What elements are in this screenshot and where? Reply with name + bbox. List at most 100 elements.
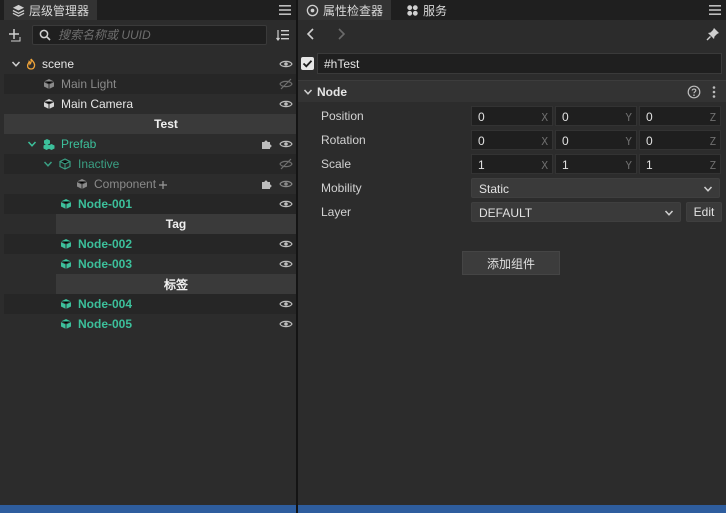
sort-list-icon[interactable]: [276, 28, 290, 42]
eye-icon[interactable]: [279, 138, 293, 150]
node-component-header[interactable]: Node: [298, 80, 726, 102]
tree-row-component[interactable]: Component: [4, 174, 296, 194]
eye-icon[interactable]: [279, 258, 293, 270]
chevron-down-icon[interactable]: [27, 139, 37, 149]
tab-hierarchy[interactable]: 层级管理器: [4, 0, 98, 20]
tree-label: Main Light: [61, 77, 117, 91]
chevron-down-icon[interactable]: [43, 159, 53, 169]
check-icon: [302, 60, 313, 68]
select-value: Static: [479, 182, 510, 196]
rotation-z-field[interactable]: 0Z: [639, 130, 721, 150]
tree-label: Node-005: [78, 317, 133, 331]
eye-hidden-icon[interactable]: [279, 78, 293, 90]
prop-mobility: Mobility Static: [298, 177, 726, 199]
status-bar-divider: [296, 505, 298, 513]
back-arrow-icon[interactable]: [304, 27, 318, 41]
node-cube-icon: [43, 79, 55, 89]
field-value: 0: [478, 134, 485, 148]
chevron-down-icon[interactable]: [303, 87, 313, 97]
tree-separator-tag: Tag: [4, 214, 296, 234]
search-input[interactable]: [58, 28, 258, 42]
tree-row-inactive[interactable]: Inactive: [4, 154, 296, 174]
node-name-input[interactable]: #hTest: [317, 53, 722, 74]
field-value: 0: [646, 134, 653, 148]
tree-row-node-004[interactable]: Node-004: [4, 294, 296, 314]
inspector-icon: [306, 4, 319, 16]
hamburger-menu-icon[interactable]: [708, 3, 722, 17]
component-title: Node: [317, 85, 347, 99]
prop-label: Position: [321, 109, 364, 123]
eye-icon[interactable]: [279, 238, 293, 250]
add-component-button[interactable]: 添加组件: [462, 251, 560, 275]
eye-icon[interactable]: [279, 58, 293, 70]
prop-label: Layer: [321, 205, 352, 219]
forward-arrow-icon[interactable]: [334, 27, 348, 41]
axis-label: Z: [709, 135, 716, 148]
layer-edit-button[interactable]: Edit: [686, 202, 722, 222]
prefab-icon: [43, 139, 55, 150]
axis-label: X: [541, 159, 548, 172]
inspector-tabbar: 属性检查器 服务: [298, 0, 726, 20]
field-value: 1: [646, 158, 653, 172]
layer-select[interactable]: DEFAULT: [471, 202, 681, 222]
tree-row-node-001[interactable]: Node-001: [4, 194, 296, 214]
layers-icon: [12, 4, 25, 17]
tree-label: Main Camera: [61, 97, 134, 111]
node-cube-icon: [60, 239, 72, 249]
tree-row-prefab[interactable]: Prefab: [4, 134, 296, 154]
hierarchy-toolbar: [0, 24, 296, 46]
node-cube-icon: [59, 158, 71, 170]
node-cube-icon: [76, 179, 88, 189]
tab-hierarchy-label: 层级管理器: [29, 3, 90, 18]
node-cube-icon: [43, 99, 55, 109]
eye-icon[interactable]: [279, 298, 293, 310]
help-icon[interactable]: [687, 85, 701, 99]
field-value: 1: [562, 158, 569, 172]
mobility-select[interactable]: Static: [471, 178, 720, 198]
tree-row-node-002[interactable]: Node-002: [4, 234, 296, 254]
search-box[interactable]: [32, 25, 267, 45]
tree-row-main-light[interactable]: Main Light: [4, 74, 296, 94]
scale-z-field[interactable]: 1Z: [639, 154, 721, 174]
tab-inspector[interactable]: 属性检查器: [298, 0, 392, 20]
position-x-field[interactable]: 0X: [471, 106, 553, 126]
scale-y-field[interactable]: 1Y: [555, 154, 637, 174]
prop-layer: Layer DEFAULT Edit: [298, 201, 726, 223]
node-cube-icon: [60, 199, 72, 209]
chevron-down-icon: [703, 186, 713, 192]
eye-icon[interactable]: [279, 178, 293, 190]
field-value: 1: [478, 158, 485, 172]
hamburger-menu-icon[interactable]: [278, 3, 292, 17]
chevron-down-icon[interactable]: [11, 59, 21, 69]
tree-separator-test: Test: [4, 114, 328, 134]
pin-icon[interactable]: [706, 27, 720, 41]
scale-x-field[interactable]: 1X: [471, 154, 553, 174]
tree-row-node-003[interactable]: Node-003: [4, 254, 296, 274]
tree-row-main-camera[interactable]: Main Camera: [4, 94, 296, 114]
services-icon: [407, 4, 418, 16]
add-node-icon[interactable]: [8, 28, 22, 42]
tree-row-node-005[interactable]: Node-005: [4, 314, 296, 334]
eye-icon[interactable]: [279, 318, 293, 330]
axis-label: Y: [625, 111, 632, 124]
tree-label: Node-001: [78, 197, 133, 211]
eye-hidden-icon[interactable]: [279, 158, 293, 170]
axis-label: Z: [709, 111, 716, 124]
rotation-y-field[interactable]: 0Y: [555, 130, 637, 150]
eye-icon[interactable]: [279, 98, 293, 110]
field-value: 0: [562, 110, 569, 124]
tree-label: Prefab: [61, 137, 97, 151]
position-y-field[interactable]: 0Y: [555, 106, 637, 126]
axis-label: X: [541, 135, 548, 148]
search-icon: [39, 29, 51, 41]
position-z-field[interactable]: 0Z: [639, 106, 721, 126]
node-active-checkbox[interactable]: [301, 57, 314, 70]
eye-icon[interactable]: [279, 198, 293, 210]
prop-rotation: Rotation 0X 0Y 0Z: [298, 129, 726, 151]
tab-services[interactable]: 服务: [398, 0, 455, 20]
separator-label: 标签: [56, 274, 296, 294]
tree-row-scene[interactable]: scene: [4, 54, 296, 74]
rotation-x-field[interactable]: 0X: [471, 130, 553, 150]
node-cube-icon: [60, 259, 72, 269]
more-vertical-icon[interactable]: [711, 85, 717, 99]
